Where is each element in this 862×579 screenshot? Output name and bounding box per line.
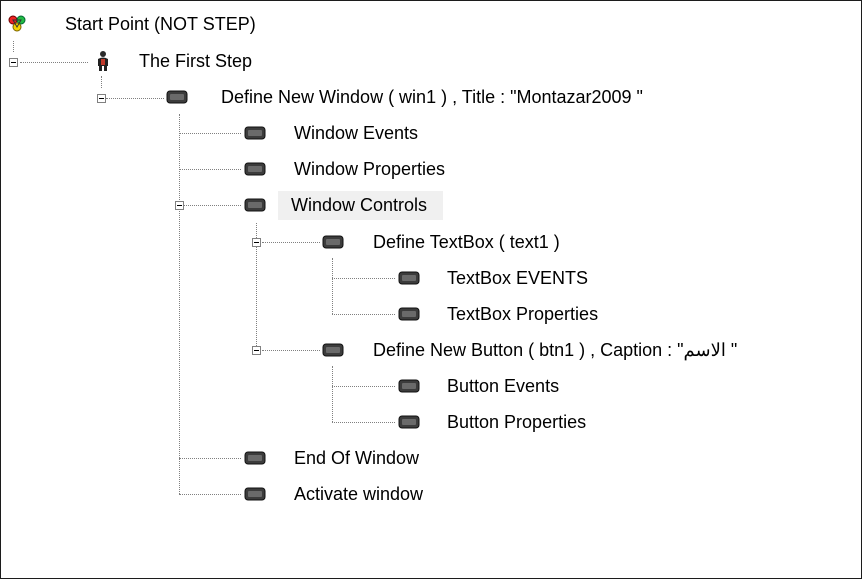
- tree-connector: [179, 133, 241, 134]
- collapse-toggle-first-step[interactable]: [9, 58, 18, 67]
- tree-node-label: Button Properties: [447, 411, 587, 432]
- window-node-icon: [244, 198, 266, 212]
- collapse-toggle-window-controls[interactable]: [175, 201, 184, 210]
- tree-node-define-window[interactable]: Define New Window ( win1 ) , Title : "Mo…: [166, 80, 646, 114]
- tree-node-label: Activate window: [294, 483, 424, 504]
- window-node-icon: [244, 487, 266, 501]
- collapse-toggle-define-window[interactable]: [97, 94, 106, 103]
- tree-connector: [332, 422, 395, 423]
- tree-node-label: Define New Button ( btn1 ) , Caption : "…: [373, 339, 738, 360]
- tree-connector: [179, 169, 241, 170]
- tree-node-button-events[interactable]: Button Events: [398, 369, 562, 403]
- tree-node-label-selected: Window Controls: [278, 190, 444, 220]
- tree-node-window-controls[interactable]: Window Controls: [244, 188, 444, 222]
- tree-node-label: Button Events: [447, 375, 560, 396]
- window-node-icon: [398, 307, 420, 321]
- tree-node-textbox-properties[interactable]: TextBox Properties: [398, 297, 601, 331]
- window-node-icon: [322, 343, 344, 357]
- tree-node-label: Start Point (NOT STEP): [65, 13, 256, 34]
- tree-node-first-step[interactable]: The First Step: [96, 44, 255, 78]
- tree-node-label: Define TextBox ( text1 ): [373, 231, 560, 252]
- tree-node-label: Window Events: [294, 122, 419, 143]
- tree-node-textbox-events[interactable]: TextBox EVENTS: [398, 261, 591, 295]
- tree-node-window-properties[interactable]: Window Properties: [244, 152, 448, 186]
- tree-connector: [179, 114, 180, 494]
- start-point-icon: [8, 15, 26, 32]
- window-node-icon: [244, 126, 266, 140]
- step-person-icon: [98, 51, 108, 71]
- tree-node-start-point[interactable]: Start Point (NOT STEP): [7, 7, 259, 41]
- tree-connector: [106, 98, 164, 99]
- tree-node-activate-window[interactable]: Activate window: [244, 477, 426, 511]
- tree-connector: [262, 350, 320, 351]
- window-node-icon: [322, 235, 344, 249]
- window-node-icon: [398, 415, 420, 429]
- tree-node-label: TextBox EVENTS: [447, 267, 589, 288]
- window-node-icon: [398, 271, 420, 285]
- tree-connector: [332, 366, 333, 422]
- tree-connector: [184, 205, 241, 206]
- window-node-icon: [244, 451, 266, 465]
- tree-node-button-properties[interactable]: Button Properties: [398, 405, 589, 439]
- window-node-icon: [244, 162, 266, 176]
- tree-connector: [332, 386, 395, 387]
- tree-connector: [262, 242, 320, 243]
- tree-connector: [179, 458, 241, 459]
- window-node-icon: [166, 90, 188, 104]
- tree-connector: [332, 258, 333, 314]
- tree-node-end-of-window[interactable]: End Of Window: [244, 441, 422, 475]
- tree-connector: [332, 278, 395, 279]
- tree-node-label: End Of Window: [294, 447, 420, 468]
- collapse-toggle-define-button[interactable]: [252, 346, 261, 355]
- tree-node-define-textbox[interactable]: Define TextBox ( text1 ): [322, 225, 563, 259]
- tree-node-label: Define New Window ( win1 ) , Title : "Mo…: [221, 86, 643, 107]
- tree-connector: [332, 314, 395, 315]
- tree-connector: [13, 41, 14, 52]
- tree-node-label: TextBox Properties: [447, 303, 599, 324]
- tree-view[interactable]: Start Point (NOT STEP) The First Step De…: [0, 0, 862, 579]
- tree-connector: [179, 494, 241, 495]
- tree-node-define-button[interactable]: Define New Button ( btn1 ) , Caption : "…: [322, 333, 740, 367]
- tree-node-label: Window Properties: [294, 158, 446, 179]
- tree-node-window-events[interactable]: Window Events: [244, 116, 421, 150]
- tree-connector: [20, 62, 88, 63]
- collapse-toggle-define-textbox[interactable]: [252, 238, 261, 247]
- window-node-icon: [398, 379, 420, 393]
- tree-node-label: The First Step: [139, 50, 253, 71]
